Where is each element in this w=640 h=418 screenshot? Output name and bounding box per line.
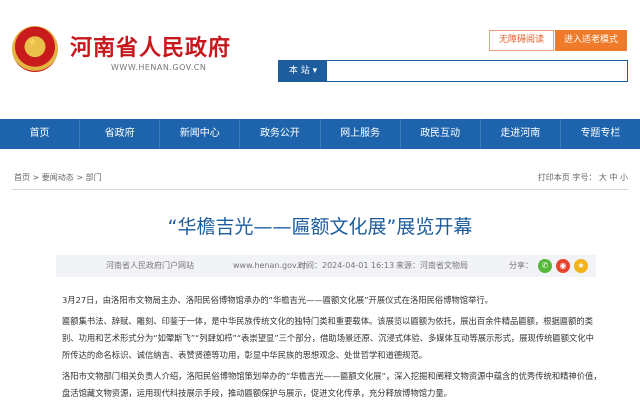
accessibility-button[interactable]: 无障碍阅读: [489, 30, 554, 51]
weibo-icon[interactable]: ◉: [556, 259, 570, 273]
divider: [12, 189, 628, 190]
breadcrumb-home[interactable]: 首页: [14, 173, 30, 182]
breadcrumb-separator: >: [30, 173, 42, 182]
qzone-icon[interactable]: ★: [574, 259, 588, 273]
header: ★ 河南省人民政府 WWW.HENAN.GOV.CN 无障碍阅读 进入适老模式 …: [0, 0, 640, 119]
article-title: “华檐吉光——匾额文化展”展览开幕: [167, 216, 473, 238]
nav-item-services[interactable]: 网上服务: [321, 119, 401, 149]
font-size-large[interactable]: 大: [599, 173, 607, 182]
nav-item-home[interactable]: 首页: [0, 119, 81, 149]
meta-source-org: 来源：河南省文物局: [396, 261, 468, 270]
breadcrumb-separator: >: [73, 173, 86, 182]
elder-mode-button[interactable]: 进入适老模式: [555, 30, 627, 51]
meta-source: 河南省人民政府门户网站: [106, 261, 194, 270]
nav-item-interaction[interactable]: 政民互动: [401, 119, 481, 149]
page: ★ 河南省人民政府 WWW.HENAN.GOV.CN 无障碍阅读 进入适老模式 …: [0, 0, 640, 418]
share-label: 分享：: [509, 261, 533, 270]
breadcrumb-section[interactable]: 要闻动态: [42, 173, 74, 182]
breadcrumb: 首页 > 要闻动态 > 部门: [14, 168, 102, 188]
breadcrumb-row: 首页 > 要闻动态 > 部门 打印本页 字号： 大 中 小: [14, 168, 628, 188]
nav-item-news[interactable]: 新闻中心: [160, 119, 241, 149]
national-emblem-icon[interactable]: ★: [12, 26, 58, 72]
search-bar: 本 站 ▾: [278, 60, 628, 82]
font-size-medium[interactable]: 中: [609, 173, 617, 182]
meta-time: 时间：2024-04-01 16:13: [298, 261, 395, 270]
search-input[interactable]: [331, 61, 623, 81]
article-meta-bar: 河南省人民政府门户网站 www.henan.gov.cn 时间：2024-04-…: [56, 255, 596, 277]
wechat-icon[interactable]: ✆: [538, 259, 552, 273]
nav-item-affairs[interactable]: 政务公开: [240, 119, 321, 149]
font-size-small[interactable]: 小: [620, 173, 628, 182]
print-font-label[interactable]: 打印本页 字号：: [538, 173, 597, 182]
font-size-control: 打印本页 字号： 大 中 小: [538, 168, 628, 188]
breadcrumb-sub[interactable]: 部门: [86, 173, 102, 182]
article-paragraph: 3月27日，由洛阳市文物局主办、洛阳民俗博物馆承办的“华檐吉光——匾额文化展”开…: [62, 295, 493, 305]
nav-item-topics[interactable]: 专题专栏: [561, 119, 640, 149]
search-scope-select[interactable]: 本 站 ▾: [279, 61, 327, 81]
article-body: 3月27日，由洛阳市文物局主办、洛阳民俗博物馆承办的“华檐吉光——匾额文化展”开…: [62, 292, 602, 402]
article-paragraph: 匾额集书法、辞赋、雕刻、印鉴于一体，是中华民族传统文化的独特门类和重要载体。该展…: [62, 316, 594, 360]
site-url: WWW.HENAN.GOV.CN: [111, 63, 207, 72]
main-nav: 首页 省政府 新闻中心 政务公开 网上服务 政民互动 走进河南 专题专栏: [0, 119, 640, 149]
nav-item-government[interactable]: 省政府: [80, 119, 161, 149]
meta-url: www.henan.gov.cn: [233, 261, 309, 270]
article-paragraph: 洛阳市文物部门相关负责人介绍，洛阳民俗博物馆策划举办的“华檐吉光——匾额文化展”…: [62, 371, 602, 398]
nav-item-henan[interactable]: 走进河南: [481, 119, 561, 149]
site-title[interactable]: 河南省人民政府: [70, 30, 231, 62]
